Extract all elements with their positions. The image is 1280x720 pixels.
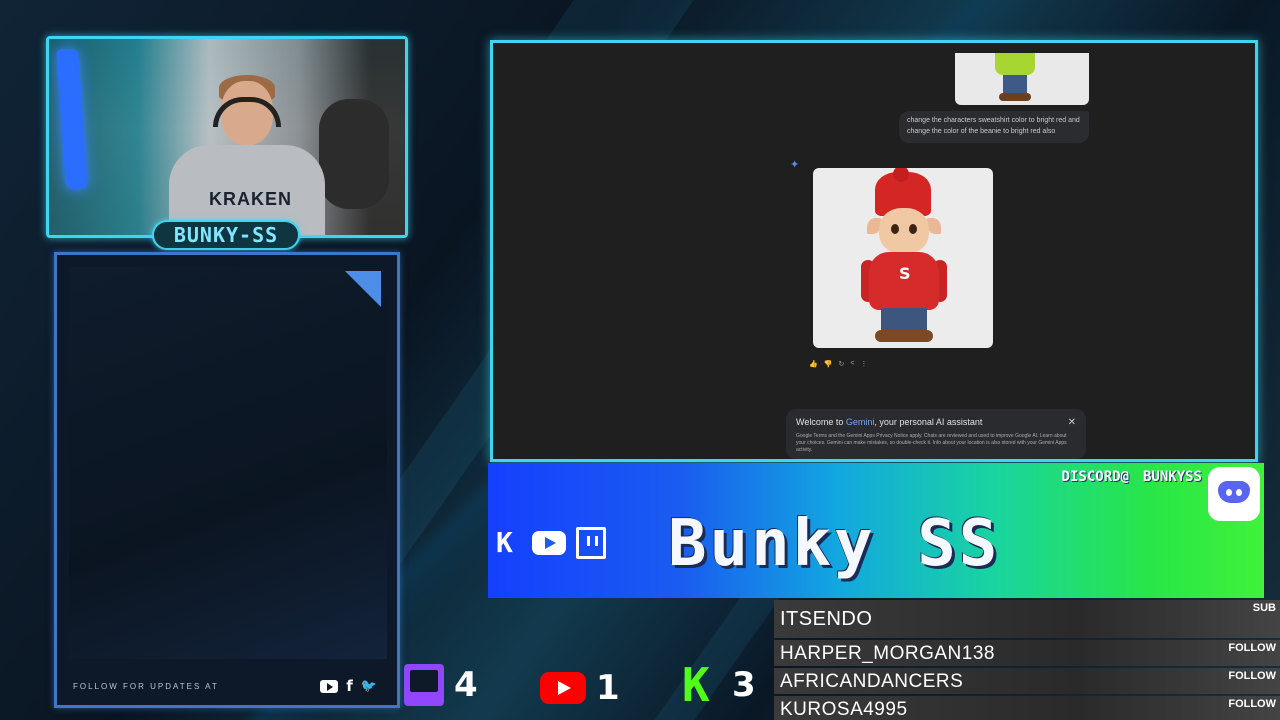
hoodie-text: KRAKEN — [209, 189, 293, 209]
youtube-count: 1 — [596, 668, 620, 708]
channel-banner: K Bunky SS DISCORD@ BUNKYSS — [488, 463, 1264, 598]
close-icon[interactable]: ✕ — [1068, 417, 1076, 428]
welcome-title: Welcome to Gemini, your personal AI assi… — [796, 417, 1076, 427]
shoes — [999, 93, 1031, 101]
discord-eye-right — [1236, 489, 1242, 496]
feed-row: HARPER_MORGAN138 FOLLOW — [774, 640, 1280, 666]
facebook-icon: f — [346, 677, 353, 695]
twitch-count: 4 — [454, 665, 478, 705]
feed-row: ITSENDO SUB — [774, 600, 1280, 638]
twitch-counter: 4 — [404, 664, 478, 706]
discord-handle: DISCORD@ BUNKYSS — [1062, 469, 1202, 485]
thumbs-down-icon[interactable]: 👎 — [824, 360, 833, 368]
side-panel: FOLLOW FOR UPDATES AT f 🐦 — [54, 252, 400, 708]
elf-eye-left — [891, 224, 899, 234]
twitch-icon — [404, 664, 444, 706]
screen-capture-frame: change the characters sweatshirt color t… — [490, 40, 1258, 462]
kick-count: 3 — [732, 665, 756, 705]
discord-icon — [1208, 467, 1260, 521]
share-icon[interactable]: < — [850, 360, 854, 368]
social-icons: f 🐦 — [320, 677, 377, 695]
gemini-spark-icon: ✦ — [790, 159, 800, 171]
discord-username: BUNKYSS — [1142, 469, 1202, 485]
corner-accent — [345, 271, 381, 307]
welcome-card: Welcome to Gemini, your personal AI assi… — [786, 409, 1086, 459]
feed-row: KUROSA4995 FOLLOW — [774, 696, 1280, 720]
feed-username: ITSENDO — [780, 608, 873, 630]
regenerate-icon[interactable]: ↻ — [838, 360, 844, 368]
gemini-brand[interactable]: Gemini — [846, 417, 875, 427]
more-icon[interactable]: ⋮ — [860, 360, 867, 368]
side-panel-inner — [69, 267, 387, 659]
banner-title: Bunky SS — [668, 507, 1001, 581]
discord-label: DISCORD@ — [1061, 469, 1129, 485]
kick-icon: K — [682, 658, 710, 712]
kick-icon: K — [496, 526, 513, 559]
follow-text: FOLLOW FOR UPDATES AT — [73, 682, 219, 691]
feed-event-type: FOLLOW — [1228, 698, 1276, 710]
background-stripe — [545, 0, 695, 40]
streamer-figure: KRAKEN — [169, 69, 325, 235]
green-jacket — [995, 53, 1035, 75]
generated-image[interactable]: S — [813, 168, 993, 348]
feed-username: HARPER_MORGAN138 — [780, 643, 995, 664]
twitter-icon: 🐦 — [360, 678, 377, 694]
beanbag-chair — [319, 99, 389, 209]
youtube-icon — [540, 672, 586, 704]
youtube-icon — [320, 679, 339, 693]
platform-icons: K — [496, 527, 606, 559]
discord-eye-left — [1226, 489, 1232, 496]
previous-image[interactable] — [955, 53, 1089, 105]
feed-row: AFRICANDANCERS FOLLOW — [774, 668, 1280, 694]
thumbs-up-icon[interactable]: 👍 — [809, 360, 818, 368]
youtube-icon — [532, 531, 566, 555]
follower-counters: 4 1 K 3 — [400, 658, 780, 712]
youtube-counter: 1 — [540, 668, 620, 708]
elf-ear-right — [927, 218, 941, 234]
welcome-title-suffix: , your personal AI assistant — [874, 417, 983, 427]
elf-eye-right — [909, 224, 917, 234]
feed-event-type: SUB — [1252, 602, 1276, 614]
feed-username: AFRICANDANCERS — [780, 671, 964, 692]
webcam-frame: KRAKEN — [46, 36, 408, 238]
sweatshirt-letter: S — [899, 264, 911, 283]
twitch-icon — [576, 527, 606, 559]
feed-username: KUROSA4995 — [780, 699, 908, 720]
discord-logo — [1218, 481, 1250, 503]
elf-shoes — [875, 330, 933, 342]
feed-event-type: FOLLOW — [1228, 670, 1276, 682]
activity-feed: ITSENDO SUB HARPER_MORGAN138 FOLLOW AFRI… — [774, 600, 1280, 720]
streamer-name-label: BUNKY-SS — [152, 220, 300, 250]
response-actions: 👍 👎 ↻ < ⋮ — [809, 360, 867, 368]
feed-event-type: FOLLOW — [1228, 642, 1276, 654]
welcome-body: Google Terms and the Gemini Apps Privacy… — [796, 433, 1067, 453]
welcome-title-prefix: Welcome to — [796, 417, 846, 427]
elf-face — [879, 208, 929, 254]
user-prompt-bubble: change the characters sweatshirt color t… — [899, 111, 1089, 143]
kick-counter: K 3 — [682, 658, 756, 712]
elf-jeans — [881, 308, 927, 332]
